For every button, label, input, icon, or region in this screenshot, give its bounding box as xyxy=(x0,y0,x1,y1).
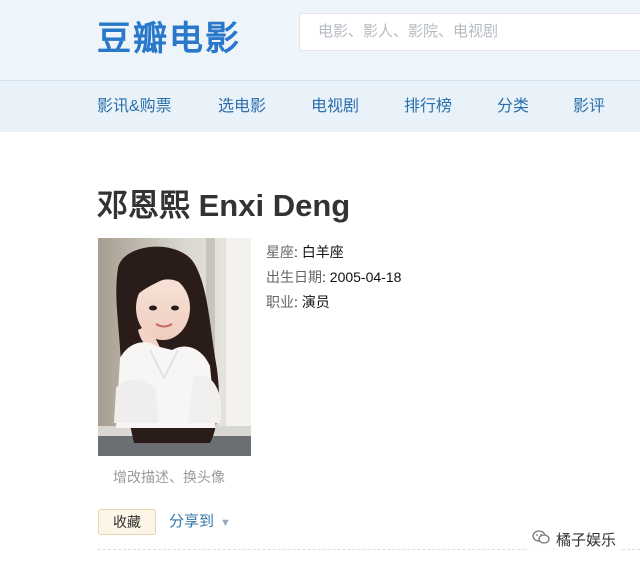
celebrity-photo[interactable] xyxy=(98,238,251,456)
top-header: 豆瓣电影 电影、影人、影院、电视剧 xyxy=(0,0,640,80)
edit-photo-link[interactable]: 增改描述、换头像 xyxy=(113,467,225,487)
share-label[interactable]: 分享到 xyxy=(169,513,214,530)
watermark: 橘子娱乐 xyxy=(528,527,621,551)
douban-movie-logo[interactable]: 豆瓣电影 xyxy=(97,11,241,60)
nav-item-reviews[interactable]: 影评 xyxy=(573,81,605,133)
info-value: 2005-04-18 xyxy=(329,269,402,285)
search-input[interactable]: 电影、影人、影院、电视剧 xyxy=(299,13,640,51)
nav-item-movies[interactable]: 选电影 xyxy=(218,81,266,133)
nav-item-categories[interactable]: 分类 xyxy=(497,81,529,133)
info-value: 白羊座 xyxy=(301,244,344,260)
nav-item-charts[interactable]: 排行榜 xyxy=(404,81,452,133)
info-label: 出生日期 xyxy=(266,269,322,285)
info-label: 职业 xyxy=(266,294,294,310)
main-nav: 影讯&购票 选电影 电视剧 排行榜 分类 影评 xyxy=(0,80,640,132)
collect-button[interactable]: 收藏 xyxy=(98,509,156,535)
info-row-occupation: 职业: 演员 xyxy=(266,294,330,310)
wechat-icon xyxy=(532,530,550,548)
info-row-constellation: 星座: 白羊座 xyxy=(266,244,344,260)
watermark-text: 橘子娱乐 xyxy=(556,531,617,549)
info-label: 星座 xyxy=(266,244,294,260)
info-row-birthdate: 出生日期: 2005-04-18 xyxy=(266,269,402,285)
nav-item-tv[interactable]: 电视剧 xyxy=(311,81,359,133)
info-value[interactable]: 演员 xyxy=(302,294,330,310)
share-dropdown[interactable]: 分享到 ▼ xyxy=(169,509,231,536)
celebrity-name: 邓恩熙 Enxi Deng xyxy=(97,188,351,223)
nav-item-tickets[interactable]: 影讯&购票 xyxy=(97,81,172,133)
caret-down-icon[interactable]: ▼ xyxy=(220,517,231,529)
celebrity-info: 星座: 白羊座 出生日期: 2005-04-18 职业: 演员 xyxy=(266,240,401,315)
